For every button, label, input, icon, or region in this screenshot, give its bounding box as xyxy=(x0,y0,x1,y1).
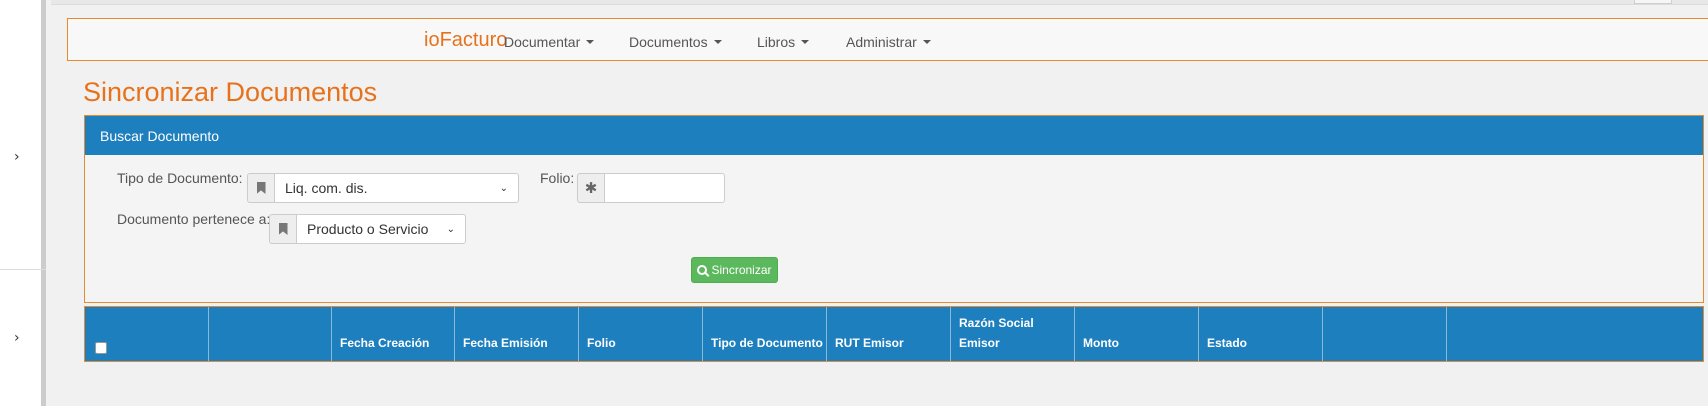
nav-documentos-label: Documentos xyxy=(629,34,708,50)
chevron-down-icon: ⌄ xyxy=(499,182,508,194)
bookmark-icon xyxy=(269,214,296,244)
nav-documentar[interactable]: Documentar xyxy=(504,34,595,50)
nav-administrar-label: Administrar xyxy=(846,34,917,50)
caret-down-icon xyxy=(713,40,722,44)
select-all-checkbox[interactable] xyxy=(95,342,107,354)
nav-administrar[interactable]: Administrar xyxy=(846,34,931,50)
chevron-right-icon[interactable]: › xyxy=(14,330,20,346)
column-header-estado[interactable]: Estado xyxy=(1199,307,1323,361)
top-strip-tab[interactable] xyxy=(1634,0,1672,4)
nav-documentar-label: Documentar xyxy=(504,34,581,50)
caret-down-icon xyxy=(586,40,595,44)
search-panel-heading: Buscar Documento xyxy=(85,116,1703,155)
tipo-documento-group: Liq. com. dis. ⌄ xyxy=(247,173,519,203)
column-header-razon-social[interactable]: Razón Social Emisor xyxy=(951,307,1075,361)
column-header-monto[interactable]: Monto xyxy=(1075,307,1199,361)
side-panel-divider xyxy=(0,269,46,270)
column-header xyxy=(1323,307,1447,361)
nav-libros[interactable]: Libros xyxy=(757,34,810,50)
results-table-header: Fecha Creación Fecha Emisión Folio Tipo … xyxy=(84,306,1704,362)
folio-group: ✱ xyxy=(577,173,725,203)
tipo-documento-value: Liq. com. dis. xyxy=(285,180,368,196)
sincronizar-button[interactable]: Sincronizar xyxy=(691,257,778,283)
column-header-tipo-documento[interactable]: Tipo de Documento xyxy=(703,307,827,361)
caret-down-icon xyxy=(801,40,810,44)
column-header xyxy=(1447,307,1567,361)
page-title: Sincronizar Documentos xyxy=(83,77,378,107)
column-header-rut-emisor[interactable]: RUT Emisor xyxy=(827,307,951,361)
pertenece-value: Producto o Servicio xyxy=(307,221,429,237)
search-icon xyxy=(697,265,708,275)
folio-label: Folio: xyxy=(540,170,575,186)
nav-documentos[interactable]: Documentos xyxy=(629,34,722,50)
pertenece-group: Producto o Servicio ⌄ xyxy=(269,214,466,244)
brand-link[interactable]: ioFacturo xyxy=(424,29,507,52)
bookmark-icon xyxy=(247,173,274,203)
tipo-documento-select[interactable]: Liq. com. dis. ⌄ xyxy=(274,173,519,203)
select-all-column xyxy=(85,307,209,361)
caret-down-icon xyxy=(922,40,931,44)
search-panel: Buscar Documento Tipo de Documento: Liq.… xyxy=(84,115,1704,303)
sincronizar-button-label: Sincronizar xyxy=(711,263,772,277)
nav-libros-label: Libros xyxy=(757,34,796,50)
pertenece-select[interactable]: Producto o Servicio ⌄ xyxy=(296,214,466,244)
navbar: ioFacturo Documentar Documentos Libros A… xyxy=(67,18,1708,61)
chevron-right-icon[interactable]: › xyxy=(14,149,20,165)
side-panel: › › xyxy=(0,0,46,406)
column-header xyxy=(209,307,332,361)
main-content: ioFacturo Documentar Documentos Libros A… xyxy=(51,5,1708,406)
chevron-down-icon: ⌄ xyxy=(446,223,455,235)
pertenece-label: Documento pertenece a: xyxy=(117,211,271,227)
column-header-fecha-creacion[interactable]: Fecha Creación xyxy=(332,307,455,361)
column-header-folio[interactable]: Folio xyxy=(579,307,703,361)
column-header-fecha-emision[interactable]: Fecha Emisión xyxy=(455,307,579,361)
asterisk-icon: ✱ xyxy=(577,173,604,203)
folio-input[interactable] xyxy=(604,173,725,203)
tipo-documento-label: Tipo de Documento: xyxy=(117,170,243,186)
